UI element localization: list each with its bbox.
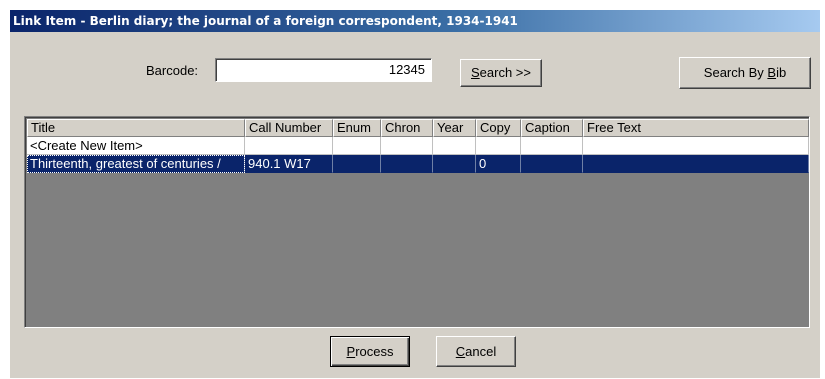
- cell-free-text[interactable]: [583, 137, 809, 155]
- cell-enum[interactable]: [333, 137, 381, 155]
- column-header-call-number[interactable]: Call Number: [245, 119, 333, 137]
- cell-year[interactable]: [433, 155, 476, 173]
- column-header-title[interactable]: Title: [27, 119, 245, 137]
- search-by-bib-button[interactable]: Search By Bib: [679, 57, 811, 89]
- grid-header: Title Call Number Enum Chron Year Copy C…: [27, 119, 809, 137]
- items-grid[interactable]: Title Call Number Enum Chron Year Copy C…: [24, 116, 810, 328]
- search-button[interactable]: Search >>: [460, 59, 542, 87]
- barcode-input[interactable]: 12345: [215, 58, 432, 82]
- link-item-dialog: Link Item - Berlin diary; the journal of…: [10, 10, 820, 378]
- window-title: Link Item - Berlin diary; the journal of…: [10, 10, 820, 32]
- cell-caption[interactable]: [521, 155, 583, 173]
- column-header-year[interactable]: Year: [433, 119, 476, 137]
- column-header-caption[interactable]: Caption: [521, 119, 583, 137]
- cell-title[interactable]: Thirteenth, greatest of centuries /: [27, 155, 245, 173]
- cell-year[interactable]: [433, 137, 476, 155]
- barcode-label: Barcode:: [146, 63, 199, 78]
- cell-call-number[interactable]: [245, 137, 333, 155]
- cell-call-number[interactable]: 940.1 W17: [245, 155, 333, 173]
- cell-free-text[interactable]: [583, 155, 809, 173]
- table-row-selected[interactable]: Thirteenth, greatest of centuries / 940.…: [27, 155, 809, 173]
- cell-title[interactable]: <Create New Item>: [27, 137, 245, 155]
- cell-chron[interactable]: [381, 137, 433, 155]
- cell-copy[interactable]: 0: [476, 155, 521, 173]
- process-button[interactable]: Process: [330, 336, 410, 367]
- column-header-copy[interactable]: Copy: [476, 119, 521, 137]
- cell-caption[interactable]: [521, 137, 583, 155]
- cell-enum[interactable]: [333, 155, 381, 173]
- column-header-free-text[interactable]: Free Text: [583, 119, 809, 137]
- table-row[interactable]: <Create New Item>: [27, 137, 809, 155]
- column-header-enum[interactable]: Enum: [333, 119, 381, 137]
- cell-chron[interactable]: [381, 155, 433, 173]
- cancel-button[interactable]: Cancel: [436, 336, 516, 367]
- cell-copy[interactable]: [476, 137, 521, 155]
- column-header-chron[interactable]: Chron: [381, 119, 433, 137]
